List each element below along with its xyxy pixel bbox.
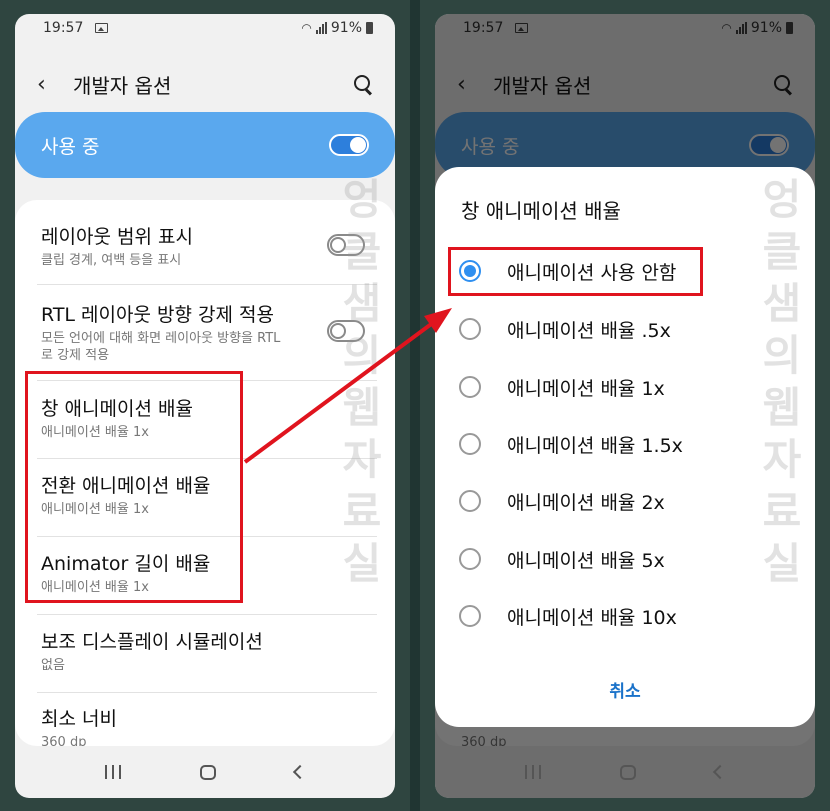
setting-layout-bounds[interactable]: 레이아웃 범위 표시 클립 경계, 여백 등을 표시 [41,224,375,269]
master-switch-row[interactable]: 사용 중 [15,112,395,178]
highlight-box-animation-settings [25,371,243,603]
master-switch-label: 사용 중 [41,135,100,158]
status-bar: 19:57 ◠ 91% [15,14,395,42]
recent-apps-icon[interactable] [524,765,541,779]
radio-icon[interactable] [459,548,481,570]
option-label: 애니메이션 배율 .5x [507,319,671,342]
page-title: 개발자 옵션 [73,73,172,98]
radio-icon[interactable] [459,490,481,512]
status-time: 19:57 [43,20,84,36]
home-icon[interactable] [199,764,216,780]
image-notification-icon [95,23,109,33]
master-toggle[interactable] [329,134,369,156]
option-scale-5x[interactable]: 애니메이션 배율 5x [459,539,795,579]
setting-subtitle: 없음 [41,658,65,673]
radio-icon[interactable] [459,318,481,340]
radio-icon[interactable] [459,433,481,455]
setting-smallest-width[interactable]: 최소 너비 360 dp [41,706,375,746]
option-scale-10x[interactable]: 애니메이션 배율 10x [459,596,795,636]
back-nav-icon[interactable] [293,764,308,780]
phone-animation-dialog: 19:57 ◠ 91% ‹ 개발자 옵션 사용 중 최소 너비 360 dp 창… [435,14,815,798]
option-label: 애니메이션 배율 5x [507,549,665,572]
signal-icon [315,22,327,34]
setting-title: RTL 레이아웃 방향 강제 적용 [41,304,274,326]
list-divider [37,614,377,615]
option-scale-1-5x[interactable]: 애니메이션 배율 1.5x [459,424,795,464]
list-divider [37,692,377,693]
screenshot-divider [410,0,420,811]
option-label: 애니메이션 배율 2x [507,491,665,514]
option-label: 애니메이션 배율 1x [507,377,665,400]
setting-subtitle: 360 dp [41,735,87,746]
option-label: 애니메이션 배율 10x [507,606,677,629]
setting-title: 보조 디스플레이 시뮬레이션 [41,631,263,653]
navigation-bar [15,746,395,798]
watermark-text: 엉클샘의웹자료실 [762,175,802,588]
setting-title: 최소 너비 [41,708,117,730]
cancel-button[interactable]: 취소 [435,677,815,702]
app-bar: ‹ 개발자 옵션 [15,58,395,110]
highlight-box-animation-off [448,247,703,296]
setting-force-rtl[interactable]: RTL 레이아웃 방향 강제 적용 모든 언어에 대해 화면 레이아웃 방향을 … [41,302,375,364]
setting-title: 레이아웃 범위 표시 [41,226,193,248]
setting-simulate-secondary-display[interactable]: 보조 디스플레이 시뮬레이션 없음 [41,629,375,674]
option-scale-1x[interactable]: 애니메이션 배율 1x [459,367,795,407]
wifi-icon: ◠ [301,21,312,35]
option-scale-0-5x[interactable]: 애니메이션 배율 .5x [459,309,795,349]
list-divider [37,284,377,285]
radio-icon[interactable] [459,605,481,627]
phone-developer-options: 19:57 ◠ 91% ‹ 개발자 옵션 사용 중 레이아웃 범위 표시 클립 … [15,14,395,798]
home-icon[interactable] [619,764,636,780]
setting-subtitle: 모든 언어에 대해 화면 레이아웃 방향을 RTL로 강제 적용 [41,331,281,363]
option-scale-2x[interactable]: 애니메이션 배율 2x [459,481,795,521]
recent-apps-icon[interactable] [104,765,121,779]
search-icon[interactable] [353,74,373,94]
option-label: 애니메이션 배율 1.5x [507,434,683,457]
setting-subtitle: 클립 경계, 여백 등을 표시 [41,253,182,268]
battery-icon [366,22,373,34]
battery-percent: 91% [330,20,362,36]
back-nav-icon[interactable] [713,764,728,780]
radio-icon[interactable] [459,376,481,398]
dialog-title: 창 애니메이션 배율 [461,199,621,223]
watermark-text: 엉클샘의웹자료실 [342,175,382,588]
navigation-bar [435,746,815,798]
back-arrow-icon[interactable]: ‹ [37,72,69,97]
